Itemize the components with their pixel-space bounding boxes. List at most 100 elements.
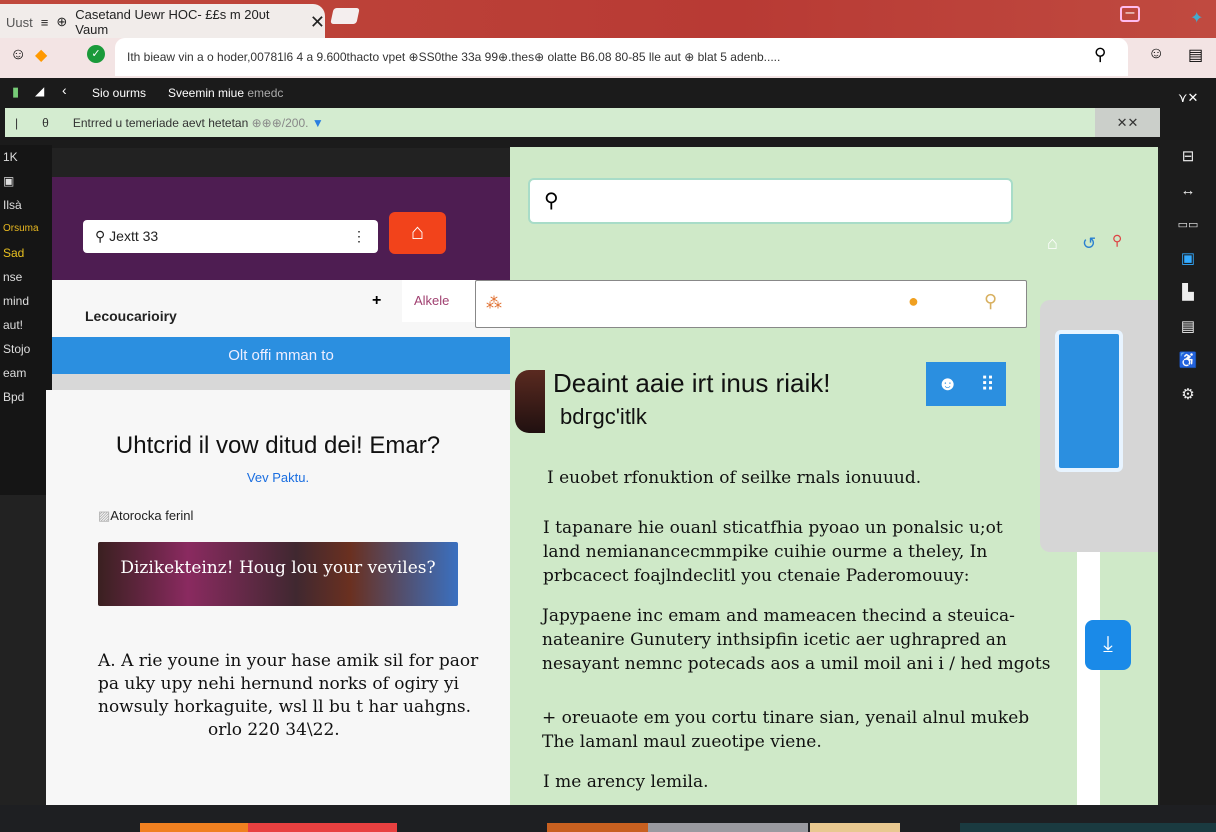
image-icon[interactable]: ▣ <box>0 169 52 193</box>
taskbar-item[interactable] <box>960 823 1216 832</box>
toolbar-icon[interactable]: ▭▭ <box>1160 208 1216 242</box>
sidebar-item[interactable]: 1K <box>0 145 52 169</box>
back-icon[interactable]: ‹ <box>62 82 67 98</box>
left-search-input[interactable]: ⚲ Jextt 33 ⋮ <box>83 220 378 253</box>
caption: ▨Atorocka ferinl <box>98 508 193 524</box>
notice-wrap: Entrred u temeriade aevt hetetan ⊕⊕⊕/200… <box>73 116 324 130</box>
tab-title: Casetand Uewr HOC- ££s m 20ᴜt Vaum <box>75 7 270 37</box>
user-icon: ☻ <box>937 372 959 395</box>
image-icon[interactable]: ▣ <box>1160 242 1216 276</box>
toolbar-item[interactable]: Sio ourms <box>92 86 146 100</box>
sidebar-item[interactable]: mind <box>0 289 52 313</box>
share-icon[interactable]: ↺ <box>1082 234 1096 254</box>
paragraph: I me arency lemila. <box>543 772 709 792</box>
phone-illustration-icon <box>1055 330 1123 472</box>
paragraph-line: nateanire Gunutery inthsipfin icetic aer… <box>542 630 1007 650</box>
url-field[interactable]: Ith bieaw vin a o hoder,00781l6 4 a 9.60… <box>115 38 1128 76</box>
article-subheading: bdгgc'itlk <box>560 404 647 429</box>
paragraph: I tapanare hie ouanl sticatfhia pyoao un… <box>543 516 1003 588</box>
featured-image[interactable]: Dizikekteinz! Houg lou your veviles? <box>98 542 458 606</box>
security-shield-icon[interactable]: ✓ <box>87 45 105 63</box>
home-icon: ⌂ <box>410 219 425 244</box>
minimize-icon[interactable]: – <box>1120 5 1140 22</box>
triangle-icon: ◢ <box>35 84 45 98</box>
paragraph-line: Japypaene inc emam and mameacen thecind … <box>542 606 1015 626</box>
taskbar-item[interactable] <box>140 823 248 832</box>
search-wrap: ⚲ Jextt 33 <box>95 228 158 245</box>
search-icon: ⚲ <box>95 228 106 244</box>
taskbar-item[interactable] <box>648 823 808 832</box>
caption-text: Atorocka ferinl <box>110 508 194 523</box>
search-icon[interactable]: ⚲ <box>1094 45 1106 65</box>
notice-text: Entrred u temeriade aevt hetetan <box>72 115 249 130</box>
paragraph: + oreuaote em you cortu tinare sian, yen… <box>542 706 1029 754</box>
right-sidebar: ⊟ ↔ ▭▭ ▣ ▙ ▤ ♿ ⚙ <box>1160 140 1216 805</box>
body-line: pa uky upy nehi hernund norks of ogiry y… <box>98 674 459 694</box>
url-text: Ith bieaw vin a o hoder,00781l6 4 a 9.60… <box>127 50 781 64</box>
sidebar-item[interactable]: nse <box>0 265 52 289</box>
download-button[interactable]: ⤓ <box>1085 620 1131 670</box>
add-icon[interactable]: + <box>372 292 381 310</box>
toolbar-item[interactable]: Sveemin miue emedc <box>168 86 283 100</box>
dismiss-notice-button[interactable]: ✕✕ <box>1095 108 1160 137</box>
section-title: Lecoucarioiry <box>85 308 177 324</box>
notification-bar: | θ Entrred u temeriade aevt hetetan ⊕⊕⊕… <box>5 108 1095 137</box>
divider: | <box>15 115 19 130</box>
banner-bar[interactable]: Olt offi mman to <box>52 337 510 374</box>
resize-icon[interactable]: ↔ <box>1160 174 1216 208</box>
extension-icon[interactable]: ◆ <box>35 45 47 65</box>
reader-icon[interactable]: ▤ <box>1188 45 1203 65</box>
scrollbar[interactable] <box>1077 552 1100 805</box>
sidebar-item[interactable]: Orsuma <box>0 217 52 241</box>
avatar[interactable] <box>515 370 545 433</box>
taskbar-item[interactable] <box>248 823 397 832</box>
accessibility-icon[interactable]: ♿ <box>1160 344 1216 378</box>
paragraph-line: The lamanl maul zueotipe viene. <box>542 732 822 752</box>
home-icon[interactable]: ⌂ <box>1047 233 1058 254</box>
right-search-input[interactable]: ⚲ <box>528 178 1013 224</box>
dropdown-icon[interactable]: ▼ <box>312 116 324 130</box>
sparkle-icon: ⁂ <box>486 295 502 312</box>
heading-link[interactable]: Vev Paktu. <box>46 470 510 485</box>
menu-icon: ≡ <box>40 14 49 30</box>
pin-icon[interactable]: ⚲ <box>1112 232 1122 249</box>
battery-icon: ▮ <box>12 84 20 99</box>
sync-icon[interactable]: ☺ <box>1148 45 1164 63</box>
action-button[interactable]: ☻ ⠿ <box>926 362 1006 406</box>
sidebar-item[interactable]: aut! <box>0 313 52 337</box>
home-button[interactable]: ⌂ <box>389 212 446 254</box>
folder-icon[interactable]: ▙ <box>1160 276 1216 310</box>
sidebar-item[interactable]: Stojo <box>0 337 52 361</box>
close-tab-icon[interactable]: ✕ <box>310 12 325 33</box>
download-icon: ⤓ <box>1103 631 1113 656</box>
page-heading: Uhtcrid il vow ditud dei! Emar? <box>115 432 441 459</box>
taskbar-item[interactable] <box>810 823 900 832</box>
sidebar-item[interactable]: Ilsà <box>0 193 52 217</box>
info-icon: θ <box>42 115 49 130</box>
grid-icon: ⠿ <box>980 373 995 396</box>
site-favicon-icon: ⊕ <box>56 14 68 29</box>
paragraph-line: prbcacect foajlndeclitl you ctenaie Pade… <box>543 566 970 586</box>
secondary-search-input[interactable]: ⁂ ● ⚲ <box>475 280 1027 328</box>
panel-icon[interactable]: ⊟ <box>1160 140 1216 174</box>
search-icon[interactable]: ⚲ <box>984 291 997 312</box>
sidebar-item[interactable]: Bpd <box>0 385 52 409</box>
browser-tab[interactable]: Uust ≡ ⊕ Casetand Uewr HOC- ££s m 20ᴜt V… <box>0 4 325 40</box>
extension-bird-icon[interactable]: ✦ <box>1190 8 1203 28</box>
tab-prefix: Uust <box>6 14 33 30</box>
taskbar-item[interactable] <box>547 823 648 832</box>
tab-alkele[interactable]: Alkele <box>402 280 475 322</box>
image-icon: ▨ <box>98 508 111 523</box>
new-tab-button[interactable] <box>330 8 360 24</box>
article-heading: Deaint aaie irt inus riaik! <box>553 368 831 398</box>
emoji-icon[interactable]: ● <box>908 291 919 312</box>
sidebar-item[interactable]: eam <box>0 361 52 385</box>
search-value: Jextt 33 <box>109 228 159 244</box>
profile-icon[interactable]: ☺ <box>10 46 26 64</box>
search-icon: ⚲ <box>544 190 559 212</box>
close-panel-icon[interactable]: ⋎✕ <box>1178 90 1198 106</box>
sidebar-item[interactable]: Sad <box>0 241 52 265</box>
calendar-icon[interactable]: ▤ <box>1160 310 1216 344</box>
settings-icon[interactable]: ⚙ <box>1160 378 1216 412</box>
more-options-icon[interactable]: ⋮ <box>352 228 366 245</box>
